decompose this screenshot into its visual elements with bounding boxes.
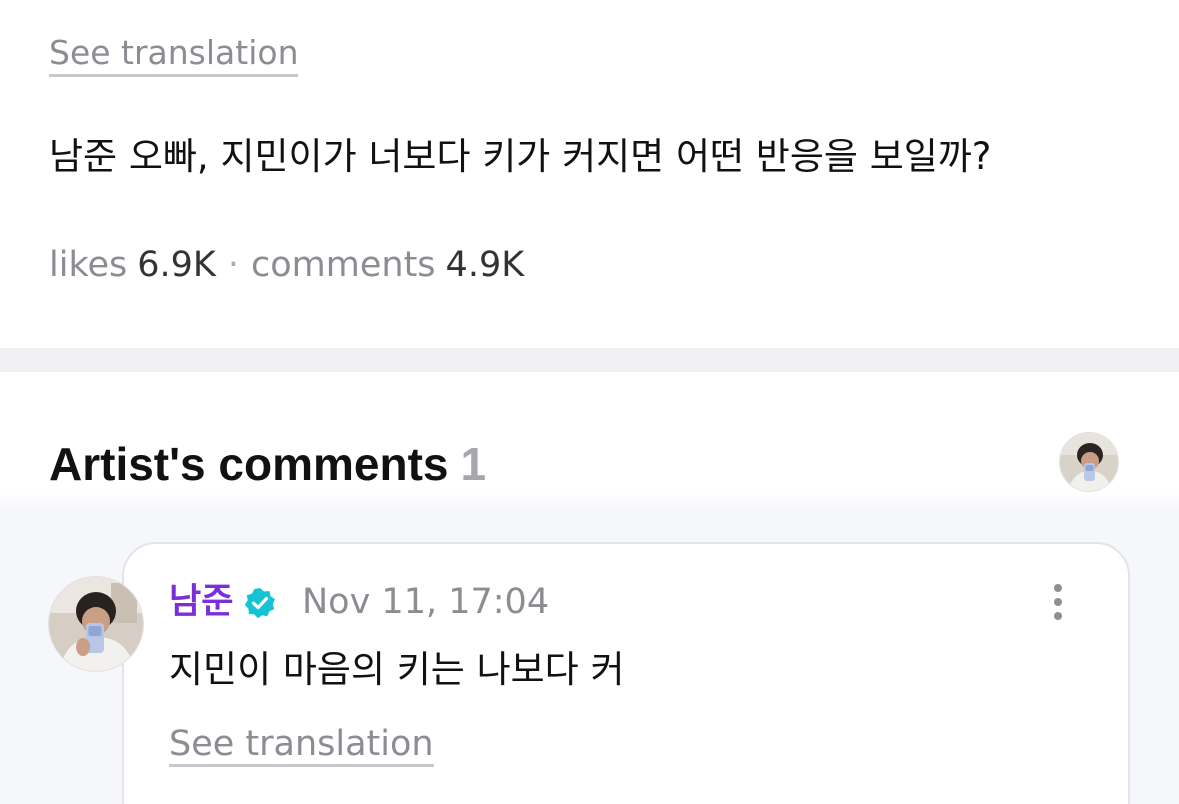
more-options-button[interactable]: [1040, 580, 1076, 624]
more-vertical-icon-dot: [1054, 612, 1062, 620]
comments-count[interactable]: 4.9K: [446, 245, 525, 285]
avatar-photo-icon: [49, 577, 143, 671]
section-divider: [0, 348, 1179, 372]
post-detail-screen: See translation 남준 오빠, 지민이가 너보다 키가 커지면 어…: [0, 0, 1179, 804]
post-body-text: 남준 오빠, 지민이가 너보다 키가 커지면 어떤 반응을 보일까?: [49, 135, 992, 178]
artist-comments-section: Artist's comments 1 남준 Nov 11, 17:04 지민이…: [0, 372, 1179, 804]
artist-avatar-small[interactable]: [1059, 432, 1119, 492]
comments-label: comments: [251, 245, 436, 285]
likes-count[interactable]: 6.9K: [137, 245, 216, 285]
artist-comments-count: 1: [460, 438, 487, 490]
comment-timestamp: Nov 11, 17:04: [302, 582, 550, 622]
post-stats: likes 6.9K · comments 4.9K: [49, 242, 524, 288]
verified-check-icon: [244, 588, 275, 619]
comment-see-translation-link[interactable]: See translation: [169, 724, 434, 767]
artist-comments-heading: Artist's comments 1: [49, 436, 486, 492]
comment-text: 지민이 마음의 키는 나보다 커: [169, 648, 625, 691]
post-section: See translation 남준 오빠, 지민이가 너보다 키가 커지면 어…: [0, 0, 1179, 348]
comment-author-name[interactable]: 남준: [169, 580, 233, 624]
more-vertical-icon-dot: [1054, 598, 1062, 606]
comment-author-avatar[interactable]: [48, 576, 144, 672]
see-translation-link[interactable]: See translation: [49, 32, 299, 77]
avatar-photo-icon: [1060, 433, 1118, 491]
more-vertical-icon: [1054, 584, 1062, 592]
artist-comments-title: Artist's comments: [49, 438, 449, 490]
likes-label: likes: [49, 245, 128, 285]
stats-separator-dot: ·: [227, 245, 240, 285]
